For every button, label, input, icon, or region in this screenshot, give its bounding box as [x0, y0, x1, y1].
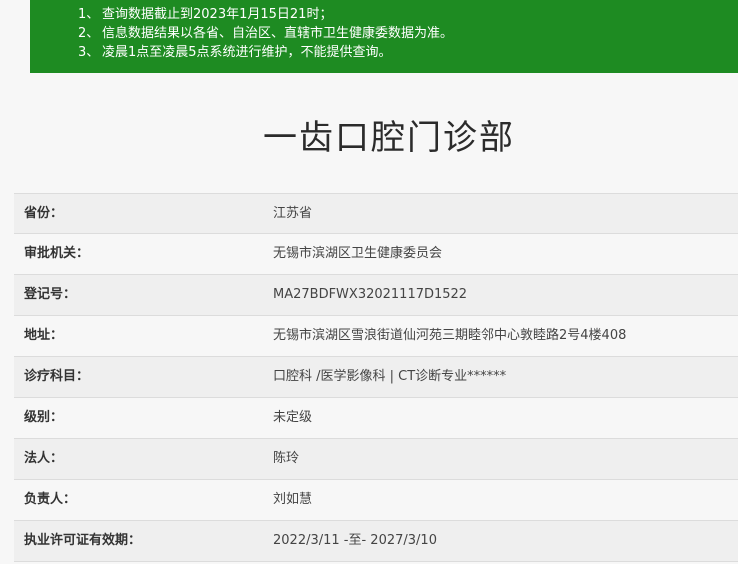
table-row: 省份： 江苏省 [14, 193, 738, 234]
notice-item-text: 凌晨1点至凌晨5点系统进行维护，不能提供查询。 [102, 45, 392, 60]
row-label: 执业许可证有效期： [24, 533, 142, 548]
row-value: 口腔科 /医学影像科 | CT诊断专业****** [273, 369, 507, 384]
row-value: 无锡市滨湖区卫生健康委员会 [273, 246, 443, 261]
notice-item-text: 信息数据结果以各省、自治区、直辖市卫生健康委数据为准。 [102, 26, 454, 41]
row-value: 刘如慧 [273, 492, 313, 507]
row-label: 登记号： [24, 287, 77, 302]
row-value: 陈玲 [273, 451, 300, 466]
notice-item-number: 3、 [78, 45, 100, 60]
row-label: 审批机关： [24, 246, 90, 261]
row-label: 地址： [24, 328, 64, 343]
notice-item-text: 查询数据截止到2023年1月15日21时； [102, 7, 333, 22]
row-label: 级别： [24, 410, 64, 425]
details-table: 省份： 江苏省 审批机关： 无锡市滨湖区卫生健康委员会 登记号： MA27BDF… [14, 193, 738, 562]
page-title: 一齿口腔门诊部 [263, 118, 515, 158]
notice-item-number: 2、 [78, 26, 100, 41]
table-row: 负责人： 刘如慧 [14, 480, 738, 521]
table-row: 登记号： MA27BDFWX32021117D1522 [14, 275, 738, 316]
page: 1、 查询数据截止到2023年1月15日21时； 2、 信息数据结果以各省、自治… [0, 0, 738, 564]
row-label: 法人： [24, 451, 64, 466]
row-value: 未定级 [273, 410, 313, 425]
table-row: 执业许可证有效期： 2022/3/11 -至- 2027/3/10 [14, 521, 738, 562]
row-value: MA27BDFWX32021117D1522 [273, 287, 468, 302]
table-row: 地址： 无锡市滨湖区雪浪街道仙河苑三期睦邻中心敦睦路2号4楼408 [14, 316, 738, 357]
table-row: 诊疗科目： 口腔科 /医学影像科 | CT诊断专业****** [14, 357, 738, 398]
row-value: 2022/3/11 -至- 2027/3/10 [273, 533, 437, 548]
notice-item: 1、 查询数据截止到2023年1月15日21时； [30, 5, 738, 24]
table-row: 法人： 陈玲 [14, 439, 738, 480]
notice-item: 2、 信息数据结果以各省、自治区、直辖市卫生健康委数据为准。 [30, 24, 738, 43]
row-label: 负责人： [24, 492, 77, 507]
notice-item: 3、 凌晨1点至凌晨5点系统进行维护，不能提供查询。 [30, 43, 738, 62]
table-row: 审批机关： 无锡市滨湖区卫生健康委员会 [14, 234, 738, 275]
row-label: 省份： [24, 206, 64, 221]
notice-item-number: 1、 [78, 7, 100, 22]
table-row: 级别： 未定级 [14, 398, 738, 439]
row-value: 江苏省 [273, 206, 313, 221]
row-label: 诊疗科目： [24, 369, 90, 384]
notice-banner: 1、 查询数据截止到2023年1月15日21时； 2、 信息数据结果以各省、自治… [30, 0, 738, 73]
row-value: 无锡市滨湖区雪浪街道仙河苑三期睦邻中心敦睦路2号4楼408 [273, 328, 627, 343]
